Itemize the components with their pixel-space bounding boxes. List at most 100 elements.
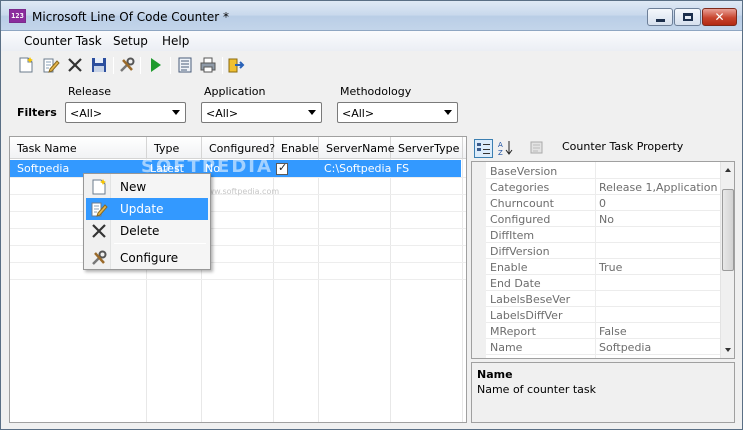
new-icon [19, 57, 33, 73]
menu-help[interactable]: Help [162, 34, 189, 48]
property-row[interactable]: MReport False [486, 323, 720, 339]
save-icon [92, 58, 106, 72]
edit-icon [43, 58, 60, 73]
property-name: DiffItem [490, 229, 535, 242]
application-label: Application [204, 85, 266, 98]
filters-label: Filters [17, 106, 57, 119]
property-row[interactable]: LabelsBeseVer [486, 291, 720, 307]
property-value: Release 1,Application 1,7 [599, 181, 735, 194]
context-item-delete[interactable]: Delete [86, 220, 208, 242]
edit-icon [91, 202, 108, 217]
menu-counter-task[interactable]: Counter Task [24, 34, 102, 48]
svg-text:Z: Z [498, 149, 503, 156]
property-name: DiffVersion [490, 245, 550, 258]
application-value: <All> [206, 107, 239, 120]
methodology-combo[interactable]: <All> [337, 102, 458, 123]
save-button[interactable] [90, 56, 108, 74]
property-value: False [599, 325, 627, 338]
context-item-label: New [120, 180, 147, 194]
context-item-update[interactable]: Update [86, 198, 208, 220]
property-row[interactable]: LabelsDiffVer [486, 307, 720, 323]
configure-icon [92, 250, 107, 265]
column-task-name[interactable]: Task Name [10, 137, 147, 159]
toolbar-separator [222, 57, 223, 74]
column-server-type[interactable]: ServerType [391, 137, 463, 159]
column-enable[interactable]: Enable [274, 137, 319, 159]
delete-icon [68, 58, 82, 72]
grid-line [318, 159, 319, 422]
maximize-button[interactable] [674, 8, 701, 26]
enable-checkbox[interactable]: ✓ [276, 161, 288, 175]
grid-line [10, 245, 466, 246]
delete-button[interactable] [66, 56, 84, 74]
close-icon: ✕ [714, 10, 725, 24]
chevron-down-icon [308, 110, 316, 115]
alphabetical-button[interactable]: AZ [497, 139, 516, 158]
property-row[interactable]: Configured No [486, 211, 720, 227]
toolbar [7, 53, 247, 78]
property-scrollbar[interactable] [720, 162, 734, 358]
close-button[interactable]: ✕ [702, 8, 737, 26]
exit-button[interactable] [227, 56, 245, 74]
print-button[interactable] [199, 56, 217, 74]
property-row[interactable]: End Date [486, 275, 720, 291]
property-name: Churncount [490, 197, 554, 210]
property-pages-button[interactable] [528, 139, 547, 158]
watermark-url: www.softpedia.com [201, 187, 280, 196]
grid-line [10, 262, 466, 263]
property-name: Categories [490, 181, 550, 194]
property-name: LabelsBeseVer [490, 293, 571, 306]
scroll-down-icon[interactable] [725, 348, 731, 352]
property-row[interactable]: Enable True [486, 259, 720, 275]
categorized-button[interactable] [474, 139, 493, 158]
configure-button[interactable] [118, 56, 136, 74]
new-button[interactable] [17, 56, 35, 74]
context-menu: New Update Delete Configure [83, 173, 211, 270]
property-row[interactable]: DiffItem [486, 227, 720, 243]
release-combo[interactable]: <All> [65, 102, 186, 123]
grid-line [10, 279, 466, 280]
description-title: Name [477, 368, 513, 381]
scrollbar-thumb[interactable] [722, 189, 734, 271]
methodology-value: <All> [342, 107, 375, 120]
grid-line [390, 159, 391, 422]
new-icon [92, 179, 106, 195]
grid-line [10, 177, 466, 178]
print-icon [200, 57, 216, 73]
edit-button[interactable] [42, 56, 60, 74]
context-item-new[interactable]: New [86, 176, 208, 198]
property-row[interactable]: BaseVersion [486, 163, 720, 179]
scroll-up-icon[interactable] [725, 168, 731, 172]
property-pages-icon [530, 141, 543, 154]
column-server-name[interactable]: ServerName [319, 137, 395, 159]
context-menu-separator [114, 243, 206, 244]
property-name: End Date [490, 277, 541, 290]
context-item-label: Configure [120, 251, 179, 265]
description-text: Name of counter task [477, 383, 597, 396]
grid-line [273, 159, 274, 422]
property-row[interactable]: Categories Release 1,Application 1,7 [486, 179, 734, 195]
task-grid[interactable]: Task Name Type Configured? Enable Server… [9, 136, 467, 423]
cell-server-name: C:\Softpedia [324, 162, 392, 175]
main-window: 123 Microsoft Line Of Code Counter * ✕ C… [0, 0, 743, 430]
property-grid[interactable]: BaseVersion Categories Release 1,Applica… [471, 161, 735, 359]
property-value: No [599, 213, 614, 226]
context-item-label: Delete [120, 224, 160, 238]
chevron-down-icon [172, 110, 180, 115]
menu-setup[interactable]: Setup [113, 34, 148, 48]
report-button[interactable] [176, 56, 194, 74]
property-row[interactable]: Churncount 0 [486, 195, 720, 211]
application-combo[interactable]: <All> [201, 102, 322, 123]
property-row[interactable]: DiffVersion [486, 243, 720, 259]
title-bar[interactable]: 123 Microsoft Line Of Code Counter * ✕ [1, 1, 742, 31]
run-button[interactable] [146, 56, 164, 74]
window-title: Microsoft Line Of Code Counter * [32, 10, 230, 24]
checkmark-icon: ✓ [278, 161, 288, 174]
property-name: LabelsDiffVer [490, 309, 563, 322]
grid-line [10, 228, 466, 229]
property-row[interactable]: Name Softpedia [486, 339, 720, 355]
minimize-button[interactable] [647, 8, 673, 26]
context-item-configure[interactable]: Configure [86, 247, 208, 269]
toolbar-separator [170, 57, 171, 74]
grid-line [462, 159, 463, 422]
